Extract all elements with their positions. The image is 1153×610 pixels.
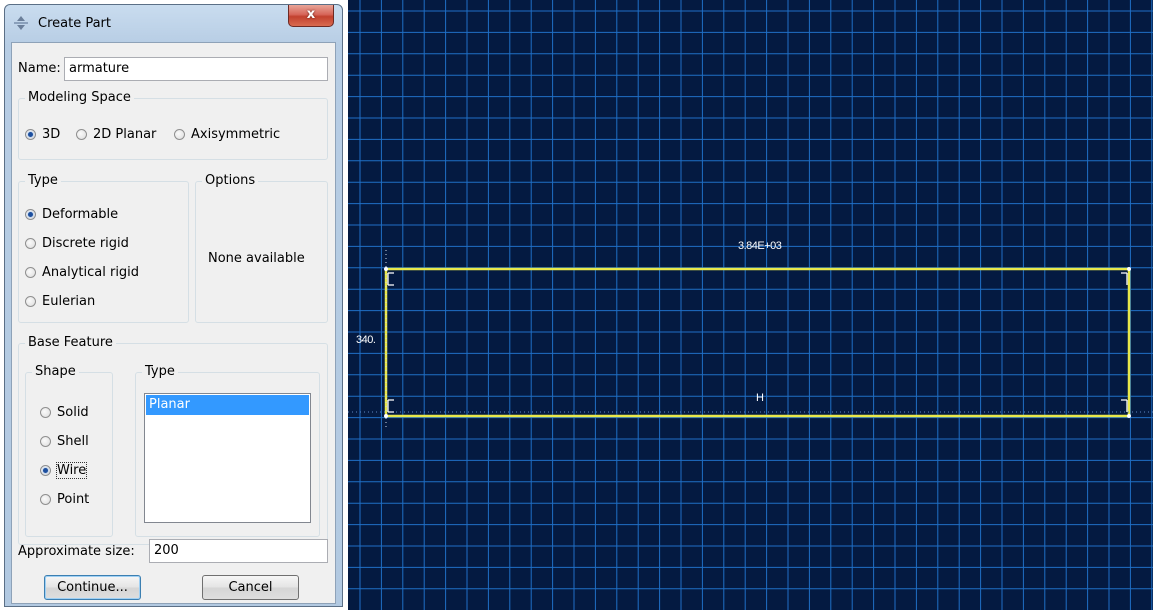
radio-shell-label: Shell [57, 434, 89, 449]
list-item-planar[interactable]: Planar [146, 395, 309, 415]
height-dimension-label[interactable]: 340. [356, 334, 376, 346]
type-legend: Type [25, 173, 61, 188]
radio-analytical-rigid[interactable]: Analytical rigid [25, 265, 139, 280]
shape-legend: Shape [32, 364, 79, 379]
radio-unselected-icon [25, 238, 36, 249]
close-icon: x [306, 7, 316, 22]
feature-type-list[interactable]: Planar [144, 393, 311, 523]
shape-group: Shape Solid Shell Wire Point [25, 364, 113, 537]
vertex-point[interactable] [1127, 414, 1131, 418]
radio-unselected-icon [25, 267, 36, 278]
name-label: Name: [18, 61, 61, 76]
corner-marker [1121, 272, 1128, 285]
radio-2d-planar-label: 2D Planar [93, 127, 157, 142]
radio-unselected-icon [25, 296, 36, 307]
approx-size-value: 200 [154, 543, 179, 558]
radio-eulerian-label: Eulerian [42, 294, 96, 309]
radio-unselected-icon [76, 129, 87, 140]
radio-selected-icon [25, 129, 36, 140]
radio-axisymmetric-label: Axisymmetric [191, 127, 281, 142]
approx-size-input[interactable]: 200 [149, 539, 328, 563]
name-input-value: armature [69, 61, 130, 76]
radio-selected-icon [40, 465, 51, 476]
width-dimension-label[interactable]: 3.84E+03 [738, 240, 782, 252]
radio-unselected-icon [40, 436, 51, 447]
radio-unselected-icon [174, 129, 185, 140]
radio-eulerian[interactable]: Eulerian [25, 294, 95, 309]
dialog-title: Create Part [38, 16, 111, 31]
feature-type-legend: Type [142, 364, 178, 379]
options-none-available: None available [208, 251, 305, 266]
radio-unselected-icon [40, 494, 51, 505]
title-bar[interactable]: Create Part x [5, 5, 342, 41]
corner-marker [1121, 399, 1128, 412]
vertex-point[interactable] [384, 414, 388, 418]
radio-3d[interactable]: 3D [25, 127, 60, 142]
radio-discrete-rigid-label: Discrete rigid [42, 236, 129, 251]
options-legend: Options [202, 173, 259, 188]
radio-point-label: Point [57, 492, 90, 507]
radio-discrete-rigid[interactable]: Discrete rigid [25, 236, 129, 251]
horizontal-constraint-label: H [756, 392, 764, 404]
radio-deformable[interactable]: Deformable [25, 207, 118, 222]
options-group: Options None available [195, 173, 328, 323]
move-arrows-icon [14, 16, 28, 30]
name-input[interactable]: armature [64, 57, 328, 81]
sketch-viewport[interactable]: 3.84E+03 340. H [348, 0, 1153, 610]
approx-size-label: Approximate size: [18, 544, 135, 559]
vertex-point[interactable] [1127, 267, 1131, 271]
radio-wire-label: Wire [55, 462, 88, 479]
vertex-point[interactable] [384, 267, 388, 271]
radio-axisymmetric[interactable]: Axisymmetric [174, 127, 280, 142]
corner-marker [387, 399, 394, 413]
radio-unselected-icon [40, 407, 51, 418]
feature-type-group: Type Planar [135, 364, 320, 537]
sketch-geometry [348, 250, 1153, 430]
type-group: Type Deformable Discrete rigid Analytica… [18, 173, 189, 323]
radio-point[interactable]: Point [40, 492, 89, 507]
radio-solid-label: Solid [57, 405, 89, 420]
radio-analytical-rigid-label: Analytical rigid [42, 265, 140, 280]
base-feature-group: Base Feature Shape Solid Shell Wire Poin… [18, 335, 328, 545]
radio-2d-planar[interactable]: 2D Planar [76, 127, 156, 142]
base-feature-legend: Base Feature [25, 335, 116, 350]
create-part-dialog: Create Part x Name: armature Modeling Sp… [4, 4, 343, 607]
close-button[interactable]: x [288, 5, 334, 27]
radio-3d-label: 3D [42, 127, 61, 142]
continue-button[interactable]: Continue... [44, 575, 141, 600]
radio-shell[interactable]: Shell [40, 434, 89, 449]
radio-deformable-label: Deformable [42, 207, 119, 222]
dialog-body: Name: armature Modeling Space 3D 2D Plan… [11, 42, 336, 604]
radio-solid[interactable]: Solid [40, 405, 89, 420]
corner-marker [387, 272, 394, 286]
radio-wire[interactable]: Wire [40, 462, 88, 479]
cancel-button[interactable]: Cancel [202, 575, 299, 600]
modeling-space-group: Modeling Space 3D 2D Planar Axisymmetric [18, 90, 328, 160]
modeling-space-legend: Modeling Space [25, 90, 134, 105]
radio-selected-icon [25, 209, 36, 220]
